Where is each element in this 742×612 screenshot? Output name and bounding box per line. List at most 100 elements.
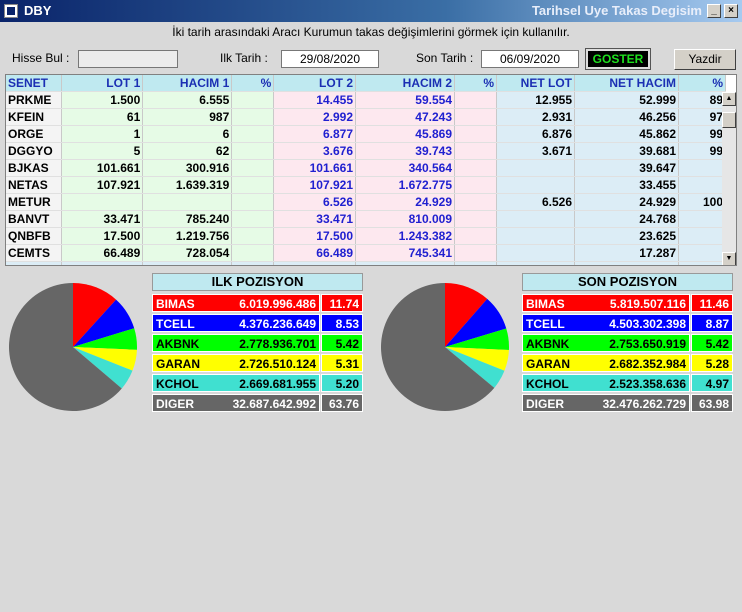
table-cell: 6 (142, 125, 233, 143)
scroll-up-icon[interactable]: ▲ (722, 92, 736, 106)
table-cell: 33.471 (273, 210, 356, 228)
symbol-percent: 5.20 (321, 374, 363, 392)
table-cell: 100 (678, 193, 726, 211)
hisse-search-input[interactable] (78, 50, 178, 68)
column-header[interactable]: NET HACIM (574, 75, 679, 92)
table-cell (231, 193, 275, 211)
table-row[interactable]: KFEIN 61 987 2.992 47.243 2.931 46.256 97 (6, 108, 726, 126)
table-cell: QNBFB (6, 227, 62, 245)
table-cell: 1.639.319 (142, 176, 233, 194)
symbol-value: 6.019.996.486 (239, 297, 316, 311)
symbol-percent: 5.31 (321, 354, 363, 372)
close-icon[interactable]: × (724, 4, 738, 18)
goster-button[interactable]: GOSTER (585, 48, 651, 70)
table-cell (678, 176, 726, 194)
table-cell: 2.992 (273, 108, 356, 126)
table-row[interactable]: METUR 6.526 24.929 6.526 24.929 100 (6, 193, 726, 211)
symbol-percent: 5.42 (691, 334, 733, 352)
table-cell: 1.500 (61, 91, 144, 109)
table-cell: BJKAS (6, 159, 62, 177)
table-row[interactable]: ORGE 1 6 6.877 45.869 6.876 45.862 99 (6, 125, 726, 143)
table-cell: 987 (142, 108, 233, 126)
table-cell: 3.676 (273, 142, 356, 160)
table-cell: 1.219.756 (142, 227, 233, 245)
son-pozisyon-row: KCHOL 2.523.358.636 4.97 (522, 374, 733, 392)
total-cell: 100,00 (454, 261, 497, 265)
table-row[interactable]: BANVT 33.471 785.240 33.471 810.009 24.768 (6, 210, 726, 228)
table-cell: 6.555 (142, 91, 233, 109)
table-cell (496, 227, 575, 245)
table-cell: 46.256 (574, 108, 679, 126)
ilk-pozisyon-row: DIGER 32.687.642.992 63.76 (152, 394, 363, 412)
column-header[interactable]: LOT 1 (61, 75, 144, 92)
ilk-pozisyon-row: GARAN 2.726.510.124 5.31 (152, 354, 363, 372)
total-cell: 100,00 (231, 261, 275, 265)
table-cell (496, 176, 575, 194)
table-cell (496, 244, 575, 262)
symbol-percent: 5.28 (691, 354, 733, 372)
title-bar: DBY Tarihsel Uye Takas Degisim _ × (0, 0, 742, 22)
table-cell (454, 142, 497, 160)
vertical-scrollbar[interactable]: ▲ ▼ (722, 92, 736, 265)
table-cell: 17.287 (574, 244, 679, 262)
symbol-value: 4.503.302.398 (609, 317, 686, 331)
total-cell: 50.758.434.784 (355, 261, 455, 265)
symbol-value: 2.682.352.984 (609, 357, 686, 371)
column-header[interactable]: % (454, 75, 497, 92)
table-row[interactable]: PRKME 1.500 6.555 14.455 59.554 12.955 52.999 8… (6, 91, 726, 109)
table-cell: 45.869 (355, 125, 455, 143)
symbol-percent: 11.46 (691, 294, 733, 312)
app-title: DBY (24, 3, 52, 18)
symbol-percent: 4.97 (691, 374, 733, 392)
scroll-thumb[interactable] (722, 112, 736, 128)
son-pozisyon-row: TCELL 4.503.302.398 8.87 (522, 314, 733, 332)
table-cell (231, 142, 275, 160)
table-cell (496, 159, 575, 177)
table-cell: ORGE (6, 125, 62, 143)
symbol-value: 32.476.262.729 (602, 397, 686, 411)
table-cell: 24.768 (574, 210, 679, 228)
window-title: Tarihsel Uye Takas Degisim (531, 3, 702, 18)
table-cell: 101.661 (273, 159, 356, 177)
table-cell (61, 193, 144, 211)
table-cell (231, 108, 275, 126)
table-cell: DGGYO (6, 142, 62, 160)
ilk-pozisyon-title: ILK POZISYON (152, 273, 363, 291)
son-tarih-label: Son Tarih : (416, 51, 474, 65)
table-cell: 61 (61, 108, 144, 126)
table-row[interactable]: CEMTS 66.489 728.054 66.489 745.341 17.287 (6, 244, 726, 262)
table-cell: 47.243 (355, 108, 455, 126)
table-cell: 24.929 (355, 193, 455, 211)
symbol-percent: 63.98 (691, 394, 733, 412)
table-row[interactable]: DGGYO 5 62 3.676 39.743 3.671 39.681 99 (6, 142, 726, 160)
total-cell: 51.259.004.910 (142, 261, 233, 265)
son-tarih-input[interactable]: 06/09/2020 (481, 50, 579, 68)
column-header[interactable]: % (231, 75, 275, 92)
column-header[interactable]: LOT 2 (273, 75, 356, 92)
symbol-value: 2.753.650.919 (609, 337, 686, 351)
table-row[interactable]: QNBFB 17.500 1.219.756 17.500 1.243.382 23.62… (6, 227, 726, 245)
ilk-tarih-label: Ilk Tarih : (220, 51, 268, 65)
ilk-pozisyon-row: BIMAS 6.019.996.486 11.74 (152, 294, 363, 312)
table-cell (231, 125, 275, 143)
column-header[interactable]: HACIM 2 (355, 75, 455, 92)
column-header[interactable]: % (678, 75, 726, 92)
table-row[interactable]: BJKAS 101.661 300.916 101.661 340.564 39.647 (6, 159, 726, 177)
app-icon (4, 4, 18, 18)
symbol-percent: 63.76 (321, 394, 363, 412)
symbol-value: 2.778.936.701 (239, 337, 316, 351)
minimize-icon[interactable]: _ (707, 4, 721, 18)
table-cell (231, 210, 275, 228)
table-cell (231, 176, 275, 194)
table-cell: 300.916 (142, 159, 233, 177)
column-header[interactable]: NET LOT (496, 75, 575, 92)
column-header[interactable]: HACIM 1 (142, 75, 233, 92)
yazdir-button[interactable]: Yazdir (674, 49, 736, 70)
ilk-tarih-input[interactable]: 29/08/2020 (281, 50, 379, 68)
scroll-down-icon[interactable]: ▼ (722, 252, 736, 265)
data-grid: SENET LOT 1 HACIM 1% LOT 2 HACIM 2% NET LOT NE… (5, 74, 737, 266)
column-header[interactable]: SENET (6, 75, 62, 92)
table-row[interactable]: NETAS 107.921 1.639.319 107.921 1.672.775 33.… (6, 176, 726, 194)
son-pozisyon-row: AKBNK 2.753.650.919 5.42 (522, 334, 733, 352)
table-cell: 107.921 (61, 176, 144, 194)
